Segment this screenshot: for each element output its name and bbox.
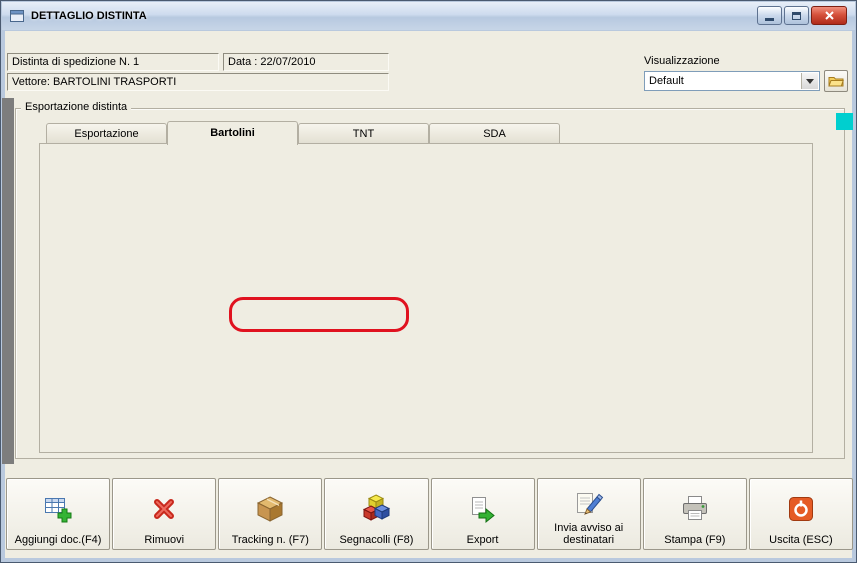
minimize-button[interactable]: [757, 6, 782, 25]
aggiungi-doc-button[interactable]: Aggiungi doc.(F4): [6, 478, 111, 550]
toolbar-button-label: Uscita (ESC): [769, 534, 833, 546]
export-button[interactable]: Export: [430, 478, 535, 550]
data-info-box: Data : 22/07/2010: [223, 53, 389, 71]
toolbar-button-label: Rimuovi: [144, 534, 185, 546]
tab-content-panel: [39, 143, 813, 453]
power-exit-icon: [788, 496, 813, 521]
maximize-icon: [792, 11, 801, 20]
close-icon: [824, 11, 834, 20]
dialog-client-area: Distinta di spedizione N. 1 Data : 22/07…: [5, 31, 854, 558]
dialog-window: DETTAGLIO DISTINTA Distinta di spedizion…: [0, 0, 857, 563]
folder-button[interactable]: [824, 70, 848, 92]
tracking-button[interactable]: Tracking n. (F7): [218, 478, 323, 550]
window-title: DETTAGLIO DISTINTA: [31, 10, 147, 22]
toolbar-button-label: Aggiungi doc.(F4): [14, 534, 102, 546]
remove-x-icon: [154, 498, 175, 519]
table-add-icon: [45, 497, 72, 522]
toolbar-button-label: Export: [466, 534, 499, 546]
rimuovi-button[interactable]: Rimuovi: [112, 478, 217, 550]
background-selection-fragment: [836, 113, 853, 130]
tab-bartolini[interactable]: Bartolini: [167, 121, 298, 145]
title-bar[interactable]: DETTAGLIO DISTINTA: [2, 2, 855, 30]
tab-esportazione[interactable]: Esportazione: [46, 123, 167, 143]
combo-dropdown-button[interactable]: [801, 73, 818, 89]
app-icon: [9, 8, 25, 24]
invia-avviso-button[interactable]: Invia avviso ai destinatari: [536, 478, 641, 550]
visualizzazione-value: Default: [649, 75, 684, 87]
close-button[interactable]: [811, 6, 847, 25]
tab-tnt[interactable]: TNT: [298, 123, 429, 143]
pencil-letter-icon: [576, 492, 603, 515]
printer-icon: [682, 495, 707, 520]
package-icon: [257, 495, 284, 522]
toolbar-button-label: Stampa (F9): [664, 534, 726, 546]
minimize-icon: [765, 18, 774, 21]
vettore-info-box: Vettore: BARTOLINI TRASPORTI: [7, 73, 389, 91]
visualizzazione-label: Visualizzazione: [644, 55, 720, 67]
toolbar-button-label: Tracking n. (F7): [231, 534, 309, 546]
uscita-button[interactable]: Uscita (ESC): [748, 478, 853, 550]
bottom-toolbar: Aggiungi doc.(F4) Rimuovi Tracking n. (F…: [5, 478, 854, 550]
stampa-button[interactable]: Stampa (F9): [642, 478, 747, 550]
cubes-icon: [363, 493, 391, 521]
distinta-info-box: Distinta di spedizione N. 1: [7, 53, 219, 71]
maximize-button[interactable]: [784, 6, 809, 25]
segnacolli-button[interactable]: Segnacolli (F8): [324, 478, 429, 550]
mdi-background-strip: [2, 98, 14, 464]
toolbar-button-label: Segnacolli (F8): [339, 534, 414, 546]
chevron-down-icon: [806, 78, 814, 84]
folder-icon: [828, 77, 844, 87]
tab-sda[interactable]: SDA: [429, 123, 560, 143]
export-arrow-icon: [471, 496, 495, 523]
visualizzazione-select[interactable]: Default: [644, 71, 820, 91]
export-groupbox-title: Esportazione distinta: [21, 101, 132, 113]
toolbar-button-label: Invia avviso ai destinatari: [554, 522, 624, 546]
